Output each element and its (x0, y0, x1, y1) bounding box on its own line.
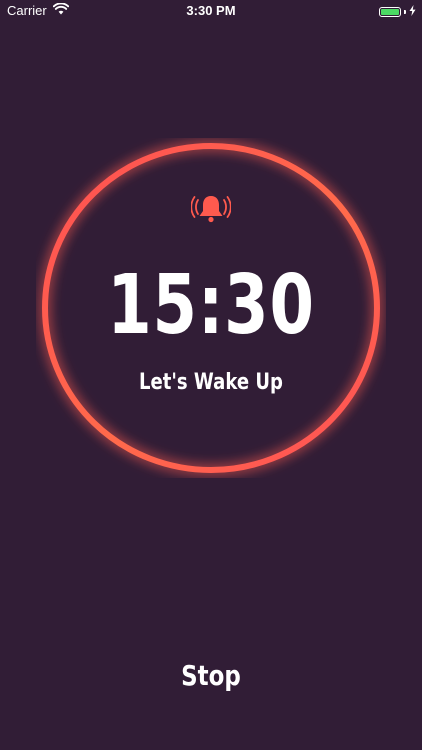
alarm-dial: 15:30 Let's Wake Up (36, 138, 386, 478)
alarm-time: 15:30 (107, 258, 315, 353)
status-time: 3:30 PM (186, 3, 236, 18)
bolt-icon (409, 4, 416, 19)
status-bar: Carrier 3:30 PM (0, 0, 422, 22)
battery-fill (381, 8, 399, 15)
alarm-label: Let's Wake Up (139, 370, 283, 395)
battery-cap (404, 9, 406, 14)
battery-icon (379, 6, 401, 17)
status-right (379, 4, 416, 19)
ringing-bell-icon (190, 193, 232, 225)
stop-button[interactable]: Stop (161, 650, 261, 700)
